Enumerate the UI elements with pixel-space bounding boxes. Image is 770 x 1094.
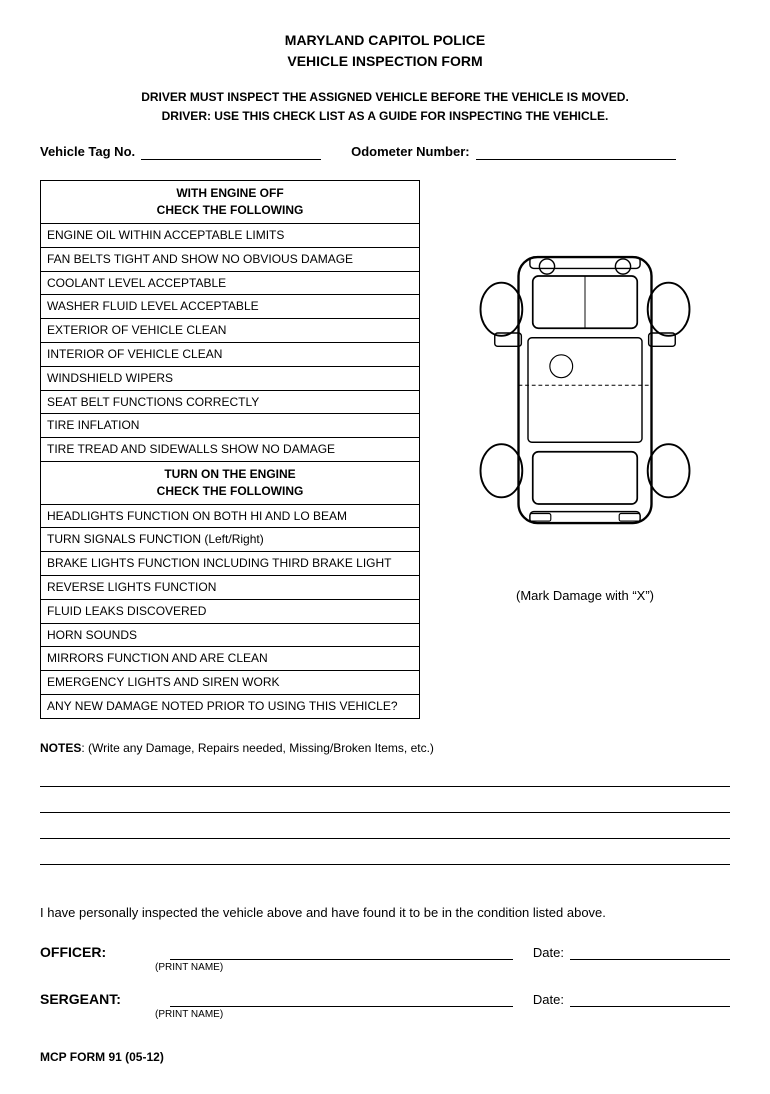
subheader-line2: DRIVER: USE THIS CHECK LIST AS A GUIDE F… [162, 109, 609, 123]
checklist-item: FLUID LEAKS DISCOVERED [41, 599, 420, 623]
sergeant-date-label: Date: [533, 992, 564, 1007]
page-header: MARYLAND CAPITOL POLICE VEHICLE INSPECTI… [40, 30, 730, 72]
section1-header: WITH ENGINE OFF CHECK THE FOLLOWING [41, 181, 420, 224]
main-content: WITH ENGINE OFF CHECK THE FOLLOWING ENGI… [40, 180, 730, 718]
vehicle-tag-field: Vehicle Tag No. [40, 142, 321, 160]
officer-date-label: Date: [533, 945, 564, 960]
sergeant-print-name: (PRINT NAME) [155, 1009, 730, 1020]
vehicle-tag-input[interactable] [141, 142, 321, 160]
officer-label: OFFICER: [40, 944, 150, 960]
checklist-table: WITH ENGINE OFF CHECK THE FOLLOWING ENGI… [40, 180, 420, 718]
checklist-item: BRAKE LIGHTS FUNCTION INCLUDING THIRD BR… [41, 552, 420, 576]
odometer-label: Odometer Number: [351, 144, 469, 159]
notes-section: NOTES: (Write any Damage, Repairs needed… [40, 739, 730, 865]
notes-label: NOTES [40, 741, 81, 755]
officer-sig-line[interactable] [170, 940, 513, 960]
notes-line-3[interactable] [40, 817, 730, 839]
officer-date-line[interactable] [570, 940, 730, 960]
checklist-item: EMERGENCY LIGHTS AND SIREN WORK [41, 671, 420, 695]
section2-header: TURN ON THE ENGINE CHECK THE FOLLOWING [41, 461, 420, 504]
checklist-item: EXTERIOR OF VEHICLE CLEAN [41, 319, 420, 343]
checklist-item: FAN BELTS TIGHT AND SHOW NO OBVIOUS DAMA… [41, 247, 420, 271]
checklist-item: TIRE TREAD AND SIDEWALLS SHOW NO DAMAGE [41, 438, 420, 462]
checklist-item: COOLANT LEVEL ACCEPTABLE [41, 271, 420, 295]
checklist-item: SEAT BELT FUNCTIONS CORRECTLY [41, 390, 420, 414]
car-diagram: (Mark Damage with “X”) [440, 180, 730, 603]
checklist-item: REVERSE LIGHTS FUNCTION [41, 575, 420, 599]
checklist-item: HEADLIGHTS FUNCTION ON BOTH HI AND LO BE… [41, 504, 420, 528]
odometer-field: Odometer Number: [351, 142, 675, 160]
checklist-item: HORN SOUNDS [41, 623, 420, 647]
officer-sig-row: OFFICER: Date: [40, 940, 730, 960]
notes-line-2[interactable] [40, 791, 730, 813]
notes-line-1[interactable] [40, 765, 730, 787]
vehicle-tag-label: Vehicle Tag No. [40, 144, 135, 159]
odometer-input[interactable] [476, 142, 676, 160]
checklist-item: WINDSHIELD WIPERS [41, 366, 420, 390]
mark-damage-note: (Mark Damage with “X”) [516, 588, 654, 603]
officer-print-name: (PRINT NAME) [155, 962, 730, 973]
statement: I have personally inspected the vehicle … [40, 905, 730, 920]
signature-section: OFFICER: Date: (PRINT NAME) SERGEANT: Da… [40, 940, 730, 1020]
sergeant-date-line[interactable] [570, 987, 730, 1007]
checklist-item: ANY NEW DAMAGE NOTED PRIOR TO USING THIS… [41, 694, 420, 718]
sergeant-sig-block: SERGEANT: Date: (PRINT NAME) [40, 987, 730, 1020]
subheader-line1: DRIVER MUST INSPECT THE ASSIGNED VEHICLE… [141, 90, 629, 104]
header-line2: VEHICLE INSPECTION FORM [287, 53, 482, 69]
officer-sig-block: OFFICER: Date: (PRINT NAME) [40, 940, 730, 973]
checklist-item: TURN SIGNALS FUNCTION (Left/Right) [41, 528, 420, 552]
sergeant-sig-line[interactable] [170, 987, 513, 1007]
subheader: DRIVER MUST INSPECT THE ASSIGNED VEHICLE… [40, 88, 730, 126]
sergeant-sig-row: SERGEANT: Date: [40, 987, 730, 1007]
checklist-item: TIRE INFLATION [41, 414, 420, 438]
notes-description: : (Write any Damage, Repairs needed, Mis… [81, 741, 434, 755]
checklist-item: INTERIOR OF VEHICLE CLEAN [41, 342, 420, 366]
notes-line-4[interactable] [40, 843, 730, 865]
sergeant-label: SERGEANT: [40, 991, 150, 1007]
notes-lines [40, 765, 730, 865]
checklist-item: WASHER FLUID LEVEL ACCEPTABLE [41, 295, 420, 319]
sergeant-date-group: Date: [533, 987, 730, 1007]
form-number: MCP FORM 91 (05-12) [40, 1050, 730, 1064]
car-top-view-svg [455, 200, 715, 580]
vehicle-info: Vehicle Tag No. Odometer Number: [40, 142, 730, 160]
checklist-item: MIRRORS FUNCTION AND ARE CLEAN [41, 647, 420, 671]
officer-date-group: Date: [533, 940, 730, 960]
header-line1: MARYLAND CAPITOL POLICE [285, 32, 485, 48]
checklist-item: ENGINE OIL WITHIN ACCEPTABLE LIMITS [41, 223, 420, 247]
